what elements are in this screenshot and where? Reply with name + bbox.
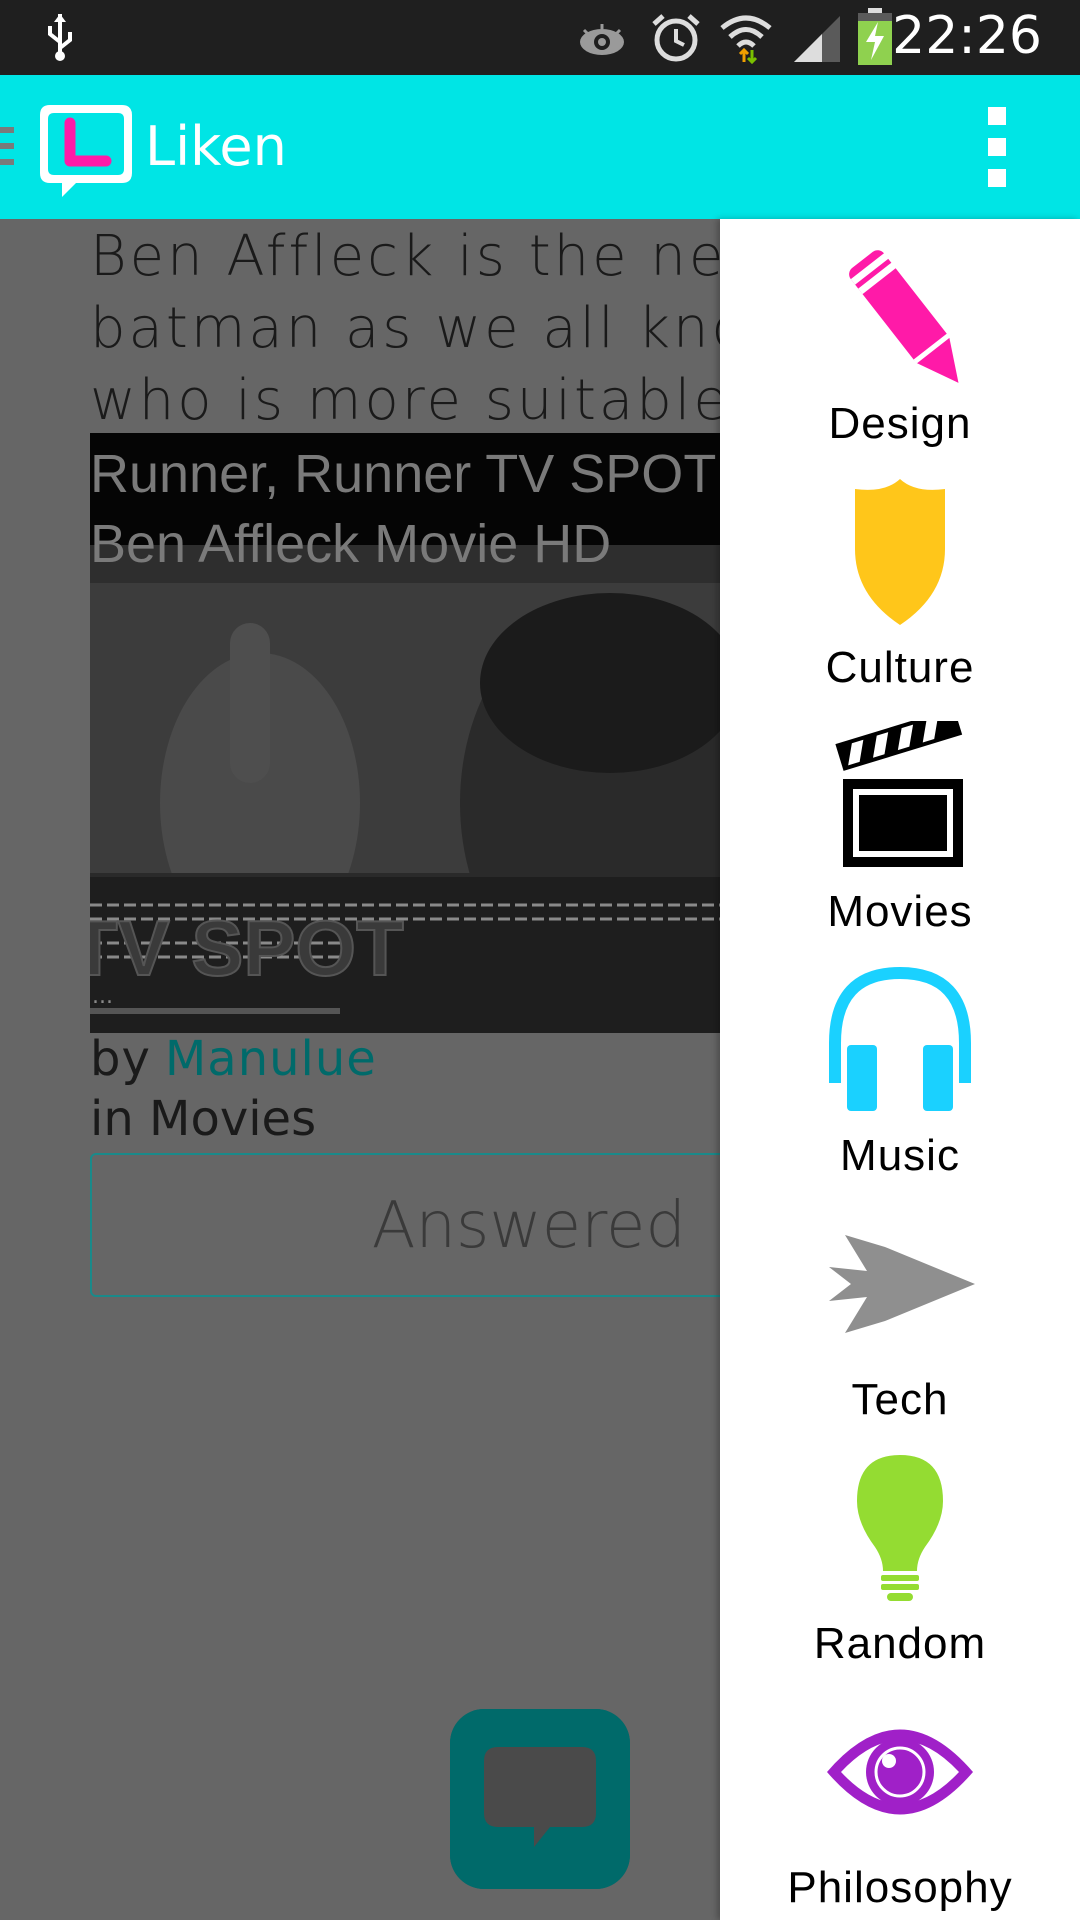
category-item-philosophy[interactable]: Philosophy	[720, 1697, 1080, 1920]
category-label: Culture	[825, 643, 975, 692]
category-item-random[interactable]: Random	[720, 1453, 1080, 1697]
battery-charging-icon	[858, 8, 892, 65]
shield-icon	[855, 479, 945, 625]
signal-icon	[794, 16, 840, 62]
answered-button[interactable]: Answered	[90, 1153, 720, 1297]
pencil-icon	[849, 250, 959, 383]
category-drawer: Design Culture Movies Music Tech Random …	[720, 219, 1080, 1920]
lightbulb-icon	[857, 1455, 943, 1601]
plane-icon	[829, 1235, 975, 1333]
status-bar: 22:26	[0, 0, 1080, 75]
post-text[interactable]: Ben Affleck is the new batman as we all …	[90, 221, 720, 437]
status-time: 22:26	[892, 6, 1042, 66]
eye-icon	[827, 1729, 973, 1815]
wifi-icon	[720, 15, 772, 64]
category-link[interactable]: Movies	[149, 1091, 316, 1147]
category-label: Music	[840, 1131, 960, 1180]
answered-label: Answered	[371, 1189, 686, 1263]
eye-icon	[580, 24, 624, 55]
app-bar: Liken	[0, 75, 1080, 219]
category-item-tech[interactable]: Tech	[720, 1209, 1080, 1453]
post-card: Ben Affleck is the new batman as we all …	[0, 219, 720, 1920]
post-text-line: who is more suitable to	[90, 368, 720, 433]
chat-button[interactable]	[450, 1709, 630, 1889]
liken-logo-icon[interactable]	[36, 101, 136, 201]
author-link[interactable]: Manulue	[165, 1031, 377, 1087]
category-item-culture[interactable]: Culture	[720, 477, 1080, 721]
by-label: by	[90, 1031, 151, 1087]
overflow-menu-icon[interactable]	[982, 107, 1012, 187]
post-text-line: batman as we all know	[90, 296, 720, 361]
video-title: Runner, Runner TV SPOT Ben Affleck Movie…	[90, 444, 717, 574]
category-item-design[interactable]: Design	[720, 233, 1080, 477]
category-item-movies[interactable]: Movies	[720, 721, 1080, 965]
app-title: Liken	[145, 115, 287, 178]
usb-icon	[48, 14, 72, 61]
post-text-line: Ben Affleck is the new	[90, 224, 720, 289]
video-overlay-text: TV SPOT	[90, 904, 404, 992]
in-label: in	[90, 1091, 134, 1147]
video-thumbnail[interactable]: Runner, Runner TV SPOT Ben Affleck Movie…	[90, 433, 720, 1033]
category-label: Tech	[851, 1375, 949, 1424]
video-thumbnail-image: TV SPOT ...	[90, 583, 720, 1033]
category-label: Design	[828, 399, 972, 448]
byline: by Manulue	[90, 1031, 377, 1087]
category-label: Philosophy	[787, 1863, 1013, 1912]
category-line: in Movies	[90, 1091, 316, 1147]
alarm-icon	[652, 14, 700, 62]
video-dots: ...	[92, 984, 113, 1009]
drawer-toggle-icon[interactable]	[0, 127, 14, 165]
category-item-music[interactable]: Music	[720, 965, 1080, 1209]
category-label: Movies	[827, 887, 973, 936]
clapperboard-icon	[835, 721, 963, 867]
category-label: Random	[813, 1619, 987, 1668]
headphones-icon	[829, 966, 971, 1111]
